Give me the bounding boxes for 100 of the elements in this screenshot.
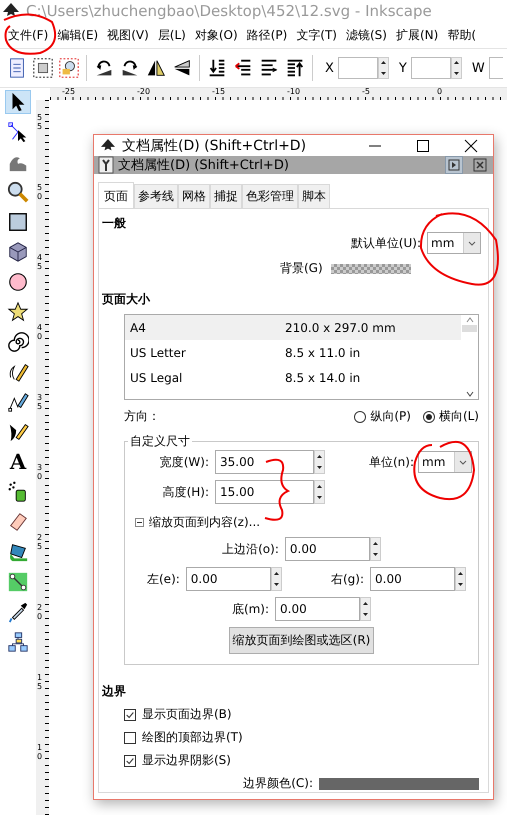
- background-color-swatch[interactable]: [330, 264, 411, 274]
- width-field[interactable]: 35.00: [215, 450, 314, 474]
- spin-arrows-icon[interactable]: [455, 567, 466, 591]
- ruler-label: 35: [37, 394, 42, 412]
- app-logo-icon: [2, 3, 20, 19]
- spin-arrows-icon[interactable]: [360, 597, 372, 621]
- coordinate-field[interactable]: [338, 57, 378, 79]
- tab[interactable]: 捕捉: [210, 184, 242, 209]
- ruler-label: 30: [37, 464, 42, 482]
- scrollbar-thumb[interactable]: [462, 325, 477, 332]
- panel-title: 文档属性(D) (Shift+Ctrl+D): [118, 157, 290, 174]
- default-unit-label: 默认单位(U):: [350, 234, 421, 252]
- checkbox-label[interactable]: 显示页面边界(B): [142, 706, 232, 723]
- pen-icon: [7, 391, 29, 413]
- bottom-margin-label: 底(m):: [232, 600, 270, 618]
- left-margin-field[interactable]: 0.00: [186, 567, 271, 591]
- border-color-swatch[interactable]: [319, 778, 479, 790]
- scroll-down-icon[interactable]: [464, 389, 474, 399]
- resize-page-button[interactable]: 缩放页面到绘图或选区(R): [228, 627, 374, 654]
- ruler-label: 45: [37, 254, 42, 272]
- checkbox-label[interactable]: 绘图的顶部边界(T): [142, 729, 243, 746]
- caret-icon[interactable]: [454, 452, 471, 472]
- tab[interactable]: 脚本: [298, 184, 330, 209]
- menu-item[interactable]: 滤镜(S): [346, 26, 387, 44]
- right-margin-field[interactable]: 0.00: [370, 567, 455, 591]
- checkbox[interactable]: [124, 732, 136, 744]
- checkbox-label[interactable]: 显示边界阴影(S): [142, 752, 231, 769]
- bottom-margin-field[interactable]: 0.00: [275, 597, 360, 621]
- tool-button[interactable]: [5, 90, 31, 114]
- orientation-radio[interactable]: 纵向(P): [354, 408, 411, 425]
- orientation-radio[interactable]: 横向(L): [422, 408, 479, 425]
- top-margin-label: 上边沿(o):: [222, 540, 280, 558]
- section-heading: 边界: [102, 683, 127, 700]
- play-icon[interactable]: [445, 156, 463, 174]
- menu-item[interactable]: 路径(P): [246, 26, 288, 44]
- top-margin-field[interactable]: 0.00: [284, 537, 370, 561]
- cube-icon: [7, 241, 29, 263]
- left-margin-label: 左(e):: [147, 570, 181, 588]
- height-field[interactable]: 15.00: [215, 480, 314, 504]
- dashed-selection-icon[interactable]: [32, 57, 54, 79]
- ruler-label: -25: [62, 87, 76, 96]
- menu-item[interactable]: 文件(F): [8, 26, 48, 44]
- coordinate-field[interactable]: [410, 57, 451, 79]
- close-icon[interactable]: [463, 138, 479, 154]
- scrollbar[interactable]: [461, 315, 478, 399]
- menu-item[interactable]: 帮助(: [447, 26, 476, 44]
- eraser-icon: [7, 511, 29, 533]
- tab[interactable]: 网格: [178, 184, 210, 209]
- menu-item[interactable]: 编辑(E): [57, 26, 98, 44]
- annotation-brace: [264, 458, 289, 521]
- zoom-page-icon[interactable]: [58, 57, 80, 79]
- circle-icon: [7, 271, 29, 293]
- rectangle-icon: [7, 211, 29, 233]
- page-size-row[interactable]: US Letter 8.5 x 11.0 in: [125, 340, 461, 365]
- scroll-up-icon[interactable]: [464, 315, 474, 325]
- calligraphy-pen-icon: [7, 421, 29, 443]
- menu-item[interactable]: 文字(T): [296, 26, 337, 44]
- page-size-row[interactable]: A4 210.0 x 297.0 mm: [125, 315, 461, 340]
- y-label: Y: [398, 60, 407, 76]
- spiral-icon: [7, 331, 29, 353]
- ruler-label: 10: [37, 744, 42, 762]
- caret-icon[interactable]: [463, 233, 480, 253]
- spin-arrows-icon[interactable]: [270, 567, 282, 591]
- tab[interactable]: 色彩管理: [242, 184, 298, 209]
- group-legend: 自定义尺寸: [128, 433, 192, 450]
- tab[interactable]: 参考线: [134, 184, 178, 209]
- unit-dropdown[interactable]: mm: [427, 232, 481, 254]
- spin-arrows-icon[interactable]: [370, 537, 381, 561]
- w-label: W: [472, 60, 485, 76]
- tab[interactable]: 页面: [98, 182, 134, 209]
- page-size-row[interactable]: US Legal 8.5 x 14.0 in: [125, 365, 461, 390]
- ruler-label: 55: [37, 114, 42, 132]
- unit-dropdown[interactable]: mm: [418, 451, 472, 473]
- spin-arrows-icon[interactable]: [314, 480, 325, 504]
- unit-label: 单位(n):: [368, 454, 414, 470]
- collapse-icon[interactable]: [135, 518, 144, 527]
- ruler-label: -20: [137, 87, 150, 96]
- coordinate-field[interactable]: [488, 57, 503, 79]
- dropper-icon: [7, 601, 29, 623]
- checkbox[interactable]: [124, 754, 136, 766]
- spin-arrows-icon[interactable]: [314, 450, 325, 474]
- ruler-label: 20: [37, 604, 42, 622]
- checkbox[interactable]: [124, 708, 136, 720]
- spin-arrows-icon[interactable]: [378, 57, 389, 79]
- node-icon: [7, 121, 29, 143]
- scale-section-label[interactable]: 缩放页面到内容(z)...: [149, 514, 260, 531]
- ruler-label: 40: [37, 324, 42, 342]
- spin-arrows-icon[interactable]: [450, 57, 462, 79]
- tool-button[interactable]: A: [5, 450, 31, 474]
- menu-item[interactable]: 扩展(N): [396, 26, 438, 44]
- menu-item[interactable]: 层(L): [158, 26, 186, 44]
- maximize-icon[interactable]: [415, 138, 431, 154]
- menu-item[interactable]: 对象(O): [194, 26, 238, 44]
- menu-item[interactable]: 视图(V): [107, 26, 149, 44]
- ruler-label: -10: [287, 87, 300, 96]
- tool-button[interactable]: [5, 300, 31, 324]
- border-color-label: 边界颜色(C):: [243, 775, 313, 792]
- tool-button[interactable]: [5, 180, 31, 204]
- ruler-label: 50: [37, 184, 42, 202]
- tool-button[interactable]: [5, 330, 31, 354]
